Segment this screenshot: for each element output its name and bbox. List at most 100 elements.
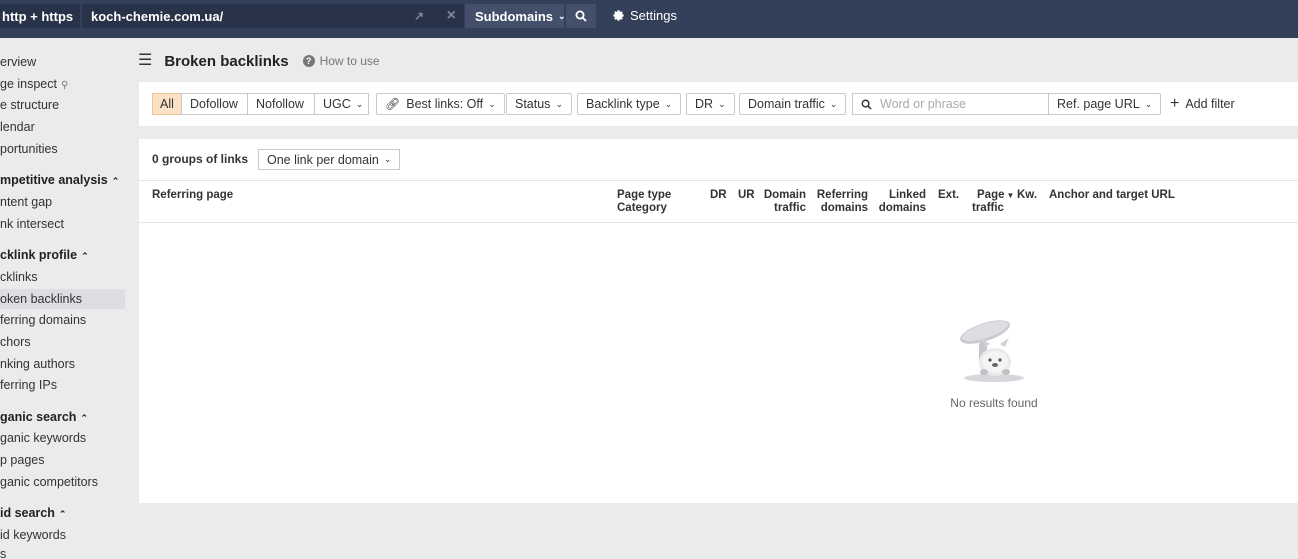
column-header-label: DR	[710, 189, 727, 201]
status-label: Status	[515, 97, 551, 111]
close-icon[interactable]: ×	[447, 7, 456, 25]
column-header-domain-traffic[interactable]: Domain traffic	[759, 189, 806, 215]
sidebar: erview ge inspect ⚲ e structure lendar po…	[0, 38, 130, 559]
filter-nofollow-button[interactable]: Nofollow	[247, 93, 315, 115]
chevron-down-icon: ⌄	[1144, 98, 1153, 109]
sidebar-section-competitive[interactable]: mpetitive analysis ⌃	[0, 170, 119, 190]
how-to-use-link[interactable]: ? How to use	[302, 54, 380, 68]
filter-ugc-label: UGC	[323, 97, 351, 111]
external-link-icon[interactable]: ↗	[414, 9, 424, 23]
best-links-dropdown[interactable]: 🔗︎ Best links: Off ⌄	[376, 93, 505, 115]
sidebar-item-label: cklinks	[0, 270, 38, 284]
mode-select[interactable]: Subdomains ⌄	[465, 4, 566, 28]
add-filter-button[interactable]: + Add filter	[1170, 93, 1235, 115]
domain-traffic-label: Domain traffic	[748, 97, 825, 111]
ref-page-url-dropdown[interactable]: Ref. page URL ⌄	[1048, 93, 1162, 115]
column-header-ext[interactable]: Ext.	[938, 189, 959, 202]
sidebar-item-referring-domains[interactable]: ferring domains	[0, 310, 86, 330]
column-header-label: Ext.	[938, 189, 960, 201]
sidebar-section-backlink[interactable]: cklink profile ⌃	[0, 245, 89, 265]
sidebar-item-label: nk intersect	[0, 217, 64, 231]
url-value: koch-chemie.com.ua/	[91, 8, 224, 24]
sort-desc-icon: ▼	[1006, 191, 1015, 200]
filter-ugc-button[interactable]: UGC ⌄	[314, 93, 369, 115]
chevron-up-icon: ⌃	[58, 509, 67, 519]
sidebar-item-organic-keywords[interactable]: ganic keywords	[0, 428, 86, 448]
domain-traffic-dropdown[interactable]: Domain traffic ⌄	[739, 93, 847, 115]
sidebar-item-broken-backlinks[interactable]: oken backlinks	[0, 289, 125, 309]
column-header-ur[interactable]: UR	[738, 189, 755, 202]
filter-dofollow-label: Dofollow	[190, 97, 238, 111]
sidebar-section-label: ganic search	[0, 410, 77, 424]
per-domain-dropdown[interactable]: One link per domain ⌄	[258, 149, 401, 170]
sidebar-item-calendar[interactable]: lendar	[0, 117, 35, 137]
column-header-page-traffic[interactable]: Page ▼ traffic	[972, 189, 1017, 215]
sidebar-item-label: lendar	[0, 120, 35, 134]
search-button[interactable]	[566, 4, 596, 28]
sidebar-section-label: id search	[0, 506, 55, 520]
sidebar-item-paid-keywords[interactable]: id keywords	[0, 525, 66, 545]
divider	[139, 180, 1298, 181]
sidebar-item-label: s	[0, 547, 7, 559]
settings-label: Settings	[630, 8, 677, 23]
sidebar-item-overview[interactable]: erview	[0, 52, 36, 72]
sidebar-item-ads[interactable]: s	[0, 544, 6, 559]
menu-icon[interactable]: ☰	[138, 50, 152, 70]
chevron-down-icon: ⌄	[555, 98, 563, 109]
divider	[139, 222, 1298, 223]
chevron-down-icon: ⌄	[664, 98, 673, 109]
chevron-down-icon: ⌄	[383, 154, 392, 164]
filter-all-button[interactable]: All	[152, 93, 182, 115]
column-header-label: domains	[878, 202, 926, 214]
sidebar-section-paid[interactable]: id search ⌃	[0, 503, 66, 523]
sidebar-item-label: ganic keywords	[0, 431, 87, 445]
dr-dropdown[interactable]: DR ⌄	[686, 93, 735, 115]
sidebar-item-organic-competitors[interactable]: ganic competitors	[0, 472, 98, 492]
url-input[interactable]: koch-chemie.com.ua/ ↗ ×	[82, 4, 464, 28]
sidebar-item-label: nking authors	[0, 357, 76, 371]
column-header-referring-page[interactable]: Referring page	[152, 189, 233, 202]
search-input[interactable]: Word or phrase	[852, 93, 1049, 115]
settings-button[interactable]: Settings	[612, 8, 677, 23]
sidebar-item-content-gap[interactable]: ntent gap	[0, 192, 52, 212]
column-header-label: UR	[738, 189, 755, 201]
column-header-label: Category	[617, 202, 667, 214]
protocol-select[interactable]: http + https ⌄	[0, 4, 80, 28]
column-header-label: domains	[820, 202, 868, 214]
sidebar-item-link-intersect[interactable]: nk intersect	[0, 214, 64, 234]
sidebar-item-opportunities[interactable]: portunities	[0, 139, 58, 159]
chevron-down-icon: ⌄	[355, 98, 364, 109]
column-header-dr[interactable]: DR	[710, 189, 727, 202]
sidebar-section-label: mpetitive analysis	[0, 173, 108, 187]
sidebar-section-organic[interactable]: ganic search ⌃	[0, 407, 88, 427]
filter-dofollow-button[interactable]: Dofollow	[181, 93, 248, 115]
column-header-anchor-target-url[interactable]: Anchor and target URL	[1049, 189, 1175, 202]
sidebar-item-top-pages[interactable]: p pages	[0, 450, 44, 470]
backlink-type-dropdown[interactable]: Backlink type ⌄	[577, 93, 682, 115]
column-header-linked-domains[interactable]: Linked domains	[876, 189, 926, 215]
sidebar-item-page-inspect[interactable]: ge inspect ⚲	[0, 74, 68, 94]
help-icon: ?	[302, 55, 315, 67]
column-header-label: Domain	[763, 189, 806, 201]
column-header-kw[interactable]: Kw.	[1017, 189, 1037, 202]
status-dropdown[interactable]: Status ⌄	[506, 93, 572, 115]
column-header-referring-domains[interactable]: Referring domains	[814, 189, 868, 215]
filter-bar: All Dofollow Nofollow UGC ⌄ 🔗︎ Best links…	[139, 82, 1298, 126]
sidebar-item-label: ganic competitors	[0, 475, 98, 489]
sidebar-item-referring-ips[interactable]: ferring IPs	[0, 375, 57, 395]
sidebar-item-backlinks[interactable]: cklinks	[0, 267, 38, 287]
sidebar-item-label: p pages	[0, 453, 45, 467]
sidebar-item-site-structure[interactable]: e structure	[0, 95, 59, 115]
sidebar-item-linking-authors[interactable]: nking authors	[0, 354, 75, 374]
ref-page-url-label: Ref. page URL	[1057, 97, 1140, 111]
column-header-page-type[interactable]: Page type Category	[617, 189, 671, 215]
plus-icon: +	[1170, 95, 1180, 112]
column-header-label: Anchor and target URL	[1049, 189, 1175, 201]
sidebar-item-label: ferring domains	[0, 313, 87, 327]
sidebar-item-anchors[interactable]: chors	[0, 332, 31, 352]
how-to-use-label: How to use	[319, 54, 380, 68]
sidebar-item-label: portunities	[0, 142, 58, 156]
filter-all-label: All	[160, 97, 174, 111]
link-icon: 🔗︎	[385, 97, 401, 111]
sidebar-item-label: erview	[0, 55, 37, 69]
